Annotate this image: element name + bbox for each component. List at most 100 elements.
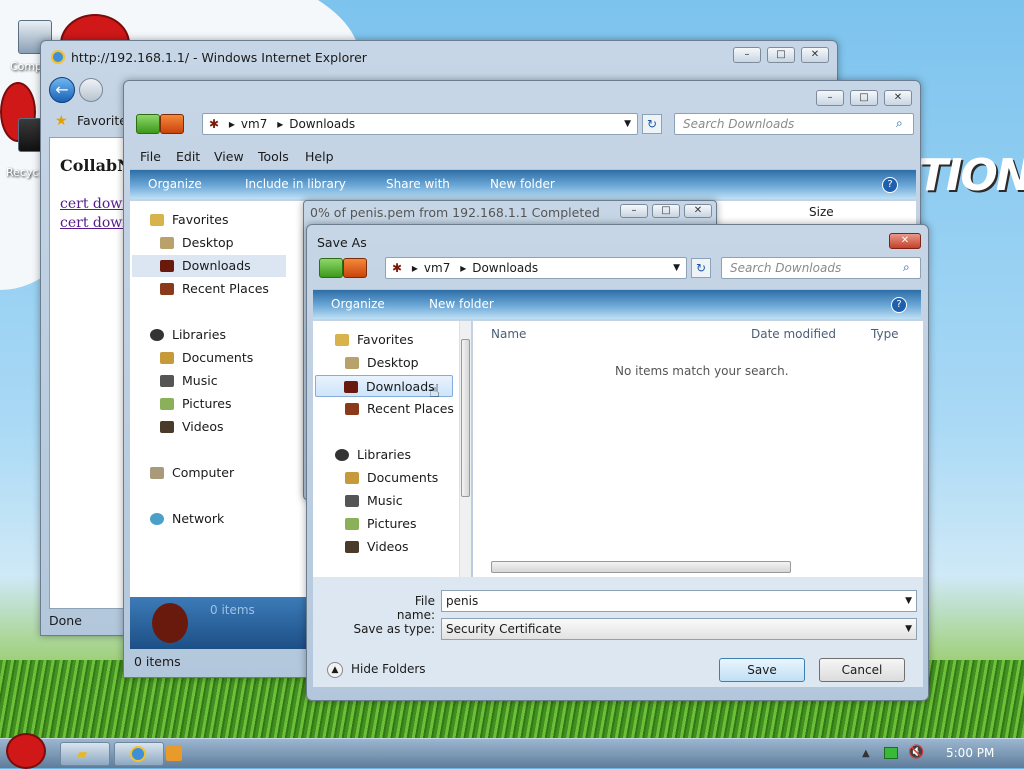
scrollbar-thumb[interactable] — [461, 339, 470, 497]
close-button[interactable]: ✕ — [684, 204, 712, 218]
tree-favorites[interactable]: Favorites — [335, 329, 413, 351]
menu-view[interactable]: View — [214, 149, 244, 164]
nav-computer[interactable]: Computer — [150, 462, 234, 484]
forward-button[interactable] — [160, 114, 184, 134]
chevron-down-icon[interactable]: ▼ — [905, 619, 912, 639]
search-input[interactable]: Search Downloads — [674, 113, 914, 135]
close-button[interactable]: ✕ — [889, 233, 921, 249]
cancel-button[interactable]: Cancel — [819, 658, 905, 682]
tree-desktop[interactable]: Desktop — [345, 352, 419, 374]
menu-file[interactable]: File — [140, 149, 161, 164]
nav-pictures[interactable]: Pictures — [160, 393, 232, 415]
chevron-down-icon[interactable]: ▼ — [905, 591, 912, 611]
minimize-button[interactable]: – — [816, 90, 844, 106]
back-button[interactable] — [319, 258, 343, 278]
volume-muted-icon[interactable]: 🔇 — [908, 745, 924, 760]
favorites-star-icon: ★ — [55, 113, 68, 129]
close-button[interactable]: ✕ — [884, 90, 912, 106]
hide-folders-button[interactable]: Hide Folders — [351, 662, 426, 676]
libraries-icon — [150, 329, 164, 341]
maximize-button[interactable]: □ — [767, 47, 795, 63]
recent-icon — [345, 403, 359, 415]
command-bar: Organize Include in library Share with N… — [130, 169, 916, 199]
save-type-select[interactable]: Security Certificate ▼ — [441, 618, 917, 640]
column-type[interactable]: Type — [871, 327, 899, 341]
maximize-button[interactable]: □ — [850, 90, 878, 106]
address-bar[interactable]: ✱ ▸ vm7 ▸ Downloads ▼ — [385, 257, 687, 279]
back-button[interactable] — [136, 114, 160, 134]
ie-logo-icon — [130, 746, 146, 762]
new-folder-button[interactable]: New folder — [429, 297, 494, 311]
tree-music[interactable]: Music — [345, 490, 403, 512]
tree-pictures[interactable]: Pictures — [345, 513, 417, 535]
details-count: 0 items — [210, 603, 255, 617]
nav-videos[interactable]: Videos — [160, 416, 224, 438]
nav-music[interactable]: Music — [160, 370, 218, 392]
favorites-button[interactable]: Favorite — [77, 113, 127, 128]
organize-button[interactable]: Organize — [148, 177, 202, 191]
menu-tools[interactable]: Tools — [258, 149, 289, 164]
horizontal-scrollbar-thumb[interactable] — [491, 561, 791, 573]
breadcrumb-item[interactable]: vm7 — [241, 117, 267, 131]
taskbar-media-button[interactable] — [162, 742, 188, 766]
menu-help[interactable]: Help — [305, 149, 334, 164]
tree-documents[interactable]: Documents — [345, 467, 438, 489]
back-button[interactable]: ← — [49, 77, 75, 103]
taskbar: ▰ ▲ 🔇 5:00 PM — [0, 733, 1024, 769]
refresh-button[interactable]: ↻ — [691, 258, 711, 278]
breadcrumb-item[interactable]: vm7 — [424, 261, 450, 275]
share-with-button[interactable]: Share with — [386, 177, 450, 191]
column-date-modified[interactable]: Date modified — [751, 327, 836, 341]
help-icon[interactable]: ? — [882, 177, 898, 193]
file-name-label: File name: — [396, 594, 435, 622]
empty-message: No items match your search. — [615, 364, 789, 378]
organize-button[interactable]: Organize — [331, 297, 385, 311]
nav-libraries[interactable]: Libraries — [150, 324, 226, 346]
tree-libraries[interactable]: Libraries — [335, 444, 411, 466]
tree-scrollbar[interactable] — [459, 321, 471, 577]
show-hidden-icons-icon[interactable]: ▲ — [862, 748, 870, 759]
nav-network[interactable]: Network — [150, 508, 224, 530]
download-title: 0% of penis.pem from 192.168.1.1 Complet… — [310, 205, 600, 220]
nav-desktop[interactable]: Desktop — [160, 232, 234, 254]
column-size[interactable]: Size — [809, 205, 834, 219]
clock[interactable]: 5:00 PM — [946, 746, 994, 760]
new-folder-button[interactable]: New folder — [490, 177, 555, 191]
menu-edit[interactable]: Edit — [176, 149, 200, 164]
column-name[interactable]: Name — [491, 327, 526, 341]
start-button[interactable] — [6, 733, 46, 769]
minimize-button[interactable]: – — [733, 47, 761, 63]
breadcrumb-item[interactable]: Downloads — [289, 117, 355, 131]
help-icon[interactable]: ? — [891, 297, 907, 313]
desktop-icon — [160, 237, 174, 249]
close-button[interactable]: ✕ — [801, 47, 829, 63]
chevron-down-icon[interactable]: ▼ — [673, 258, 680, 278]
network-status-icon[interactable] — [884, 747, 898, 759]
include-in-library-button[interactable]: Include in library — [245, 177, 346, 191]
nav-favorites[interactable]: Favorites — [150, 209, 228, 231]
breadcrumb-item[interactable]: Downloads — [472, 261, 538, 275]
forward-button[interactable] — [79, 78, 103, 102]
search-input[interactable]: Search Downloads — [721, 257, 921, 279]
search-icon: ⌕ — [903, 260, 910, 274]
downloads-folder-icon — [152, 603, 188, 643]
refresh-button[interactable]: ↻ — [642, 114, 662, 134]
chevron-down-icon[interactable]: ▼ — [624, 114, 631, 134]
nav-documents[interactable]: Documents — [160, 347, 253, 369]
status-bar-text: Done — [49, 613, 82, 628]
taskbar-explorer-button[interactable]: ▰ — [60, 742, 110, 766]
file-name-input[interactable]: penis ▼ — [441, 590, 917, 612]
command-bar: Organize New folder ? — [313, 289, 921, 319]
nav-recent-places[interactable]: Recent Places — [160, 278, 269, 300]
maximize-button[interactable]: □ — [652, 204, 680, 218]
tree-videos[interactable]: Videos — [345, 536, 409, 558]
hide-folders-icon[interactable]: ▲ — [327, 662, 343, 678]
taskbar-ie-button[interactable] — [114, 742, 164, 766]
minimize-button[interactable]: – — [620, 204, 648, 218]
address-bar[interactable]: ✱ ▸ vm7 ▸ Downloads ▼ — [202, 113, 638, 135]
save-as-dialog: Save As ✕ ✱ ▸ vm7 ▸ Downloads ▼ ↻ Search D… — [306, 224, 929, 701]
nav-downloads[interactable]: Downloads — [132, 255, 286, 277]
save-button[interactable]: Save — [719, 658, 805, 682]
downloads-icon — [160, 260, 174, 272]
forward-button[interactable] — [343, 258, 367, 278]
